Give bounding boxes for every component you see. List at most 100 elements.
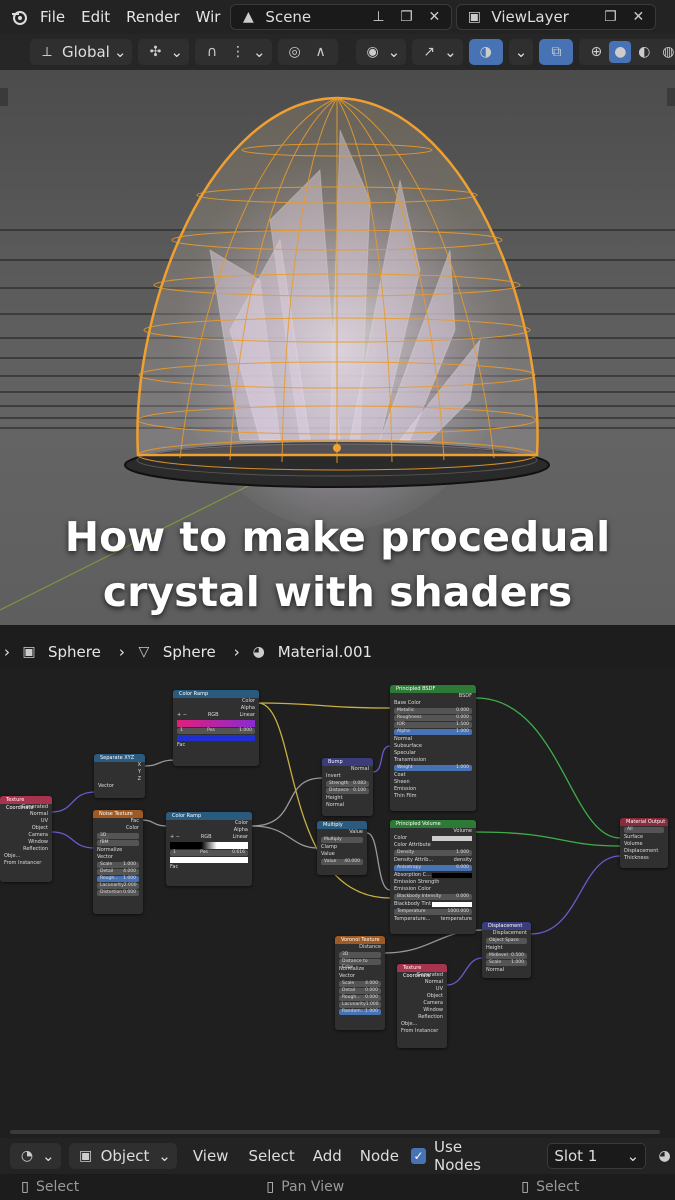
distortion-field[interactable]: Distortion 0.000 xyxy=(97,890,139,896)
socket-vector[interactable]: Vector xyxy=(94,783,145,790)
socket-fac[interactable]: Fac xyxy=(166,864,252,871)
space-dropdown[interactable]: Object Space xyxy=(486,938,527,944)
socket-color[interactable]: Color xyxy=(93,825,143,832)
socket-displacement[interactable]: Displacement xyxy=(620,848,668,855)
socket-normal[interactable]: Normal xyxy=(390,736,476,743)
socket-distance[interactable]: Distance xyxy=(335,944,385,951)
socket-fac[interactable]: Fac xyxy=(173,742,259,749)
metallic-field[interactable]: Metallic 0.000 xyxy=(394,708,472,714)
snap-toggle[interactable]: ∩ ⋮ ⌄ xyxy=(195,39,272,65)
breadcrumb-mesh[interactable]: Sphere xyxy=(163,643,216,661)
panel-emission[interactable]: Emission xyxy=(390,786,476,793)
normalize-checkbox[interactable]: Normalize xyxy=(93,847,143,854)
socket-color[interactable]: Color xyxy=(173,698,259,705)
use-nodes-checkbox[interactable]: ✓ xyxy=(410,1148,427,1164)
temperature-field[interactable]: Temperature 1000.000 xyxy=(394,909,472,915)
ramp-stop-color[interactable] xyxy=(177,735,255,741)
ramp-gradient[interactable] xyxy=(177,720,255,727)
density-field[interactable]: Density 1.000 xyxy=(394,850,472,856)
roughness-field[interactable]: Rough... 0.000 xyxy=(339,995,381,1001)
menu-view[interactable]: View xyxy=(185,1147,237,1165)
socket-normal[interactable]: Normal xyxy=(482,967,531,974)
socket-camera[interactable]: Camera xyxy=(0,832,52,839)
socket-surface[interactable]: Surface xyxy=(620,834,668,841)
color-swatch[interactable] xyxy=(432,873,472,878)
socket-volume[interactable]: Volume xyxy=(390,828,476,835)
menu-window[interactable]: Wir xyxy=(190,8,227,26)
menu-node[interactable]: Node xyxy=(356,1147,403,1165)
socket-emission-strength[interactable]: Emission Strength xyxy=(390,879,476,886)
socket-z[interactable]: Z xyxy=(94,776,145,783)
color-swatch[interactable] xyxy=(432,836,472,841)
material-icon[interactable]: ◕ xyxy=(654,1145,675,1167)
horizontal-scrollbar[interactable] xyxy=(10,1130,660,1134)
visibility-dropdown[interactable]: ◉ ⌄ xyxy=(355,39,407,65)
socket-value-out[interactable]: Value xyxy=(317,829,367,836)
socket-normal[interactable]: Normal xyxy=(397,979,447,986)
temperature-attribute[interactable]: Temperature... temperature xyxy=(390,916,476,923)
socket-height[interactable]: Height xyxy=(322,795,373,802)
randomness-field[interactable]: Random... 1.000 xyxy=(339,1009,381,1015)
strength-field[interactable]: Strength 0.083 xyxy=(326,781,369,787)
socket-reflection[interactable]: Reflection xyxy=(397,1014,447,1021)
socket-bsdf[interactable]: BSDF xyxy=(390,693,476,700)
node-texture-coordinate-2[interactable]: Texture Coordinate Generated Normal UV O… xyxy=(397,964,447,1048)
roughness-field[interactable]: Rough... 1.000 xyxy=(97,876,139,882)
scene-name[interactable]: Scene xyxy=(265,8,361,26)
socket-displacement[interactable]: Displacement xyxy=(482,930,531,937)
new-scene-icon[interactable]: ❐ xyxy=(395,6,417,28)
orientation-dropdown[interactable]: ⟂ Global ⌄ xyxy=(30,39,133,65)
invert-checkbox[interactable]: Invert xyxy=(322,773,373,780)
node-principled-bsdf[interactable]: Principled BSDF BSDF Base Color Metallic… xyxy=(390,685,476,811)
lacunarity-field[interactable]: Lacunarity 1.000 xyxy=(339,1002,381,1008)
panel-sheen[interactable]: Sheen xyxy=(390,779,476,786)
density-attribute[interactable]: Density Attrib... density xyxy=(390,857,476,864)
socket-normal[interactable]: Normal xyxy=(0,811,52,818)
socket-alpha[interactable]: Alpha xyxy=(173,705,259,712)
use-nodes-label[interactable]: Use Nodes xyxy=(434,1138,509,1174)
panel-transmission[interactable]: Transmission xyxy=(390,757,476,764)
xray-toggle[interactable]: ⧉ xyxy=(539,39,574,65)
wireframe-shading-icon[interactable]: ⊕ xyxy=(585,41,607,63)
socket-normal-out[interactable]: Normal xyxy=(322,766,373,773)
ior-field[interactable]: IOR 1.500 xyxy=(394,722,472,728)
node-material-output[interactable]: Material Output All Surface Volume Displ… xyxy=(620,818,668,868)
ramp-gradient[interactable] xyxy=(170,842,248,849)
midlevel-field[interactable]: Midlevel 0.500 xyxy=(486,953,527,959)
shading-modes[interactable]: ⊕ ● ◐ ◍ xyxy=(579,39,675,65)
clamp-checkbox[interactable]: Clamp xyxy=(317,844,367,851)
menu-edit[interactable]: Edit xyxy=(75,8,116,26)
type-dropdown[interactable]: fBM xyxy=(97,840,139,846)
socket-window[interactable]: Window xyxy=(397,1007,447,1014)
socket-uv[interactable]: UV xyxy=(0,818,52,825)
scale-field[interactable]: Scale 4.000 xyxy=(339,981,381,987)
socket-object[interactable]: Object xyxy=(397,993,447,1000)
socket-normal-in[interactable]: Normal xyxy=(322,802,373,809)
add-stop-icon[interactable]: + − xyxy=(177,712,187,719)
feature-dropdown[interactable]: Distance to Edge xyxy=(339,959,381,970)
node-noise-texture[interactable]: Noise Texture Fac Color 3D fBM Normalize… xyxy=(93,810,143,914)
rendered-shading-icon[interactable]: ◍ xyxy=(657,41,675,63)
object-mode-dropdown[interactable]: ▣ Object ⌄ xyxy=(68,1143,177,1169)
scale-field[interactable]: Scale 1.000 xyxy=(97,862,139,868)
object-field[interactable]: Obje... xyxy=(0,853,52,860)
lacunarity-field[interactable]: Lacunarity 2.000 xyxy=(97,883,139,889)
shader-node-editor[interactable]: Texture Coordinate Generated Normal UV O… xyxy=(0,668,675,1138)
target-dropdown[interactable]: All xyxy=(624,827,664,833)
node-multiply[interactable]: Multiply Value Multiply Clamp Value Valu… xyxy=(317,821,367,875)
socket-color[interactable]: Color xyxy=(390,835,476,842)
sidebar-tab-right[interactable] xyxy=(667,88,675,106)
breadcrumb-material[interactable]: Material.001 xyxy=(278,643,372,661)
ramp-stop-color[interactable] xyxy=(170,857,248,863)
distance-field[interactable]: Distance 0.100 xyxy=(326,788,369,794)
dimension-dropdown[interactable]: 3D xyxy=(339,952,381,958)
ramp-stop-field[interactable]: 1 Pos 1.000 xyxy=(177,728,255,734)
node-color-ramp-top[interactable]: Color Ramp Color Alpha + − RGB Linear 1 Pos… xyxy=(173,690,259,766)
panel-thin-film[interactable]: Thin Film xyxy=(390,793,476,800)
panel-coat[interactable]: Coat xyxy=(390,772,476,779)
socket-uv[interactable]: UV xyxy=(397,986,447,993)
object-field[interactable]: Obje... xyxy=(397,1021,447,1028)
socket-height[interactable]: Height xyxy=(482,945,531,952)
view-layer-name[interactable]: ViewLayer xyxy=(491,8,593,26)
color-attribute[interactable]: Color Attribute xyxy=(390,842,476,849)
